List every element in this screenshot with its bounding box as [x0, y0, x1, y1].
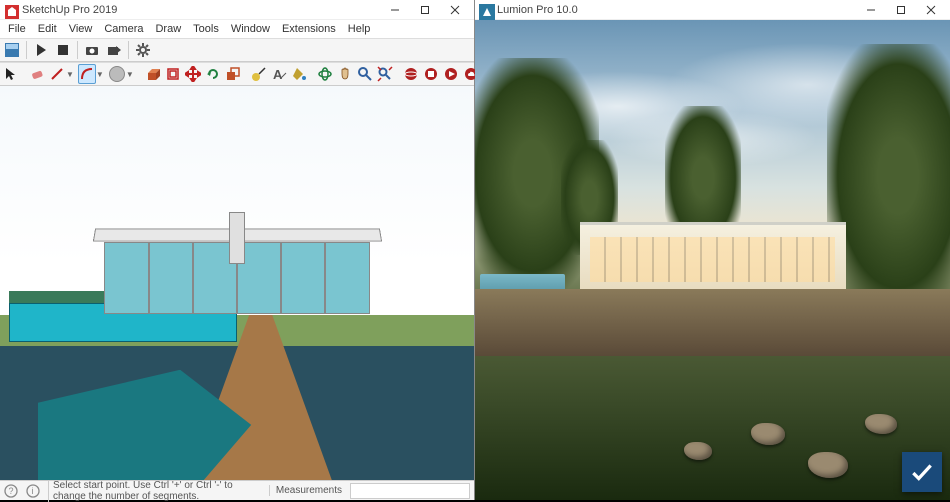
toolbar-row-1 [0, 38, 474, 62]
status-hint: Select start point. Use Ctrl '+' or Ctrl… [48, 480, 261, 502]
export-icon[interactable] [104, 40, 124, 60]
vray-interactive-icon[interactable] [422, 64, 440, 84]
play-button[interactable] [31, 40, 51, 60]
sketchup-viewport[interactable] [0, 86, 474, 480]
move-tool-icon[interactable] [184, 64, 202, 84]
chevron-down-icon[interactable]: ▼ [66, 70, 76, 79]
lumion-viewport[interactable] [475, 20, 950, 500]
sketchup-titlebar: SketchUp Pro 2019 [0, 0, 474, 20]
menu-tools[interactable]: Tools [187, 22, 225, 36]
offset-tool-icon[interactable] [164, 64, 182, 84]
confirm-button[interactable] [902, 452, 942, 492]
measurements-label: Measurements [269, 485, 342, 496]
styles-button[interactable] [2, 40, 22, 60]
zoom-tool-icon[interactable] [356, 64, 374, 84]
arc-tool-icon[interactable] [78, 64, 96, 84]
menu-extensions[interactable]: Extensions [276, 22, 342, 36]
menu-edit[interactable]: Edit [32, 22, 63, 36]
lumion-title-text: Lumion Pro 10.0 [497, 4, 856, 16]
material-swatch[interactable] [108, 64, 126, 84]
text-tool-icon[interactable]: A [270, 64, 288, 84]
maximize-button[interactable] [886, 0, 916, 20]
eraser-tool-icon[interactable] [28, 64, 46, 84]
divider [26, 41, 27, 59]
orbit-tool-icon[interactable] [316, 64, 334, 84]
divider [128, 41, 129, 59]
menu-draw[interactable]: Draw [149, 22, 187, 36]
divider [77, 41, 78, 59]
svg-text:i: i [32, 486, 34, 496]
sync-camera-icon[interactable] [82, 40, 102, 60]
sketchup-app-icon [4, 4, 16, 16]
minimize-button[interactable] [856, 0, 886, 20]
help-icon[interactable]: ? [4, 484, 18, 498]
toolbar-row-2: ▼ ▼ ▼ A [0, 62, 474, 86]
pan-tool-icon[interactable] [336, 64, 354, 84]
rock [751, 423, 785, 445]
svg-text:?: ? [9, 486, 14, 496]
rendered-house [580, 222, 846, 289]
settings-gear-icon[interactable] [133, 40, 153, 60]
rock [865, 414, 897, 434]
menu-camera[interactable]: Camera [98, 22, 149, 36]
statusbar: ? i Select start point. Use Ctrl '+' or … [0, 480, 474, 500]
push-pull-tool-icon[interactable] [144, 64, 162, 84]
sketchup-window: SketchUp Pro 2019 File Edit View Camera … [0, 0, 475, 500]
window-controls [380, 0, 470, 20]
zoom-extents-tool-icon[interactable] [376, 64, 394, 84]
window-controls [856, 0, 946, 20]
menubar: File Edit View Camera Draw Tools Window … [0, 20, 474, 38]
rendered-wall [475, 289, 950, 356]
chevron-down-icon[interactable]: ▼ [126, 70, 136, 79]
lumion-titlebar: Lumion Pro 10.0 [475, 0, 950, 20]
menu-help[interactable]: Help [342, 22, 377, 36]
measurements-input[interactable] [350, 483, 470, 499]
svg-text:A: A [273, 67, 283, 82]
select-tool-icon[interactable] [2, 64, 20, 84]
lumion-window: Lumion Pro 10.0 [475, 0, 950, 500]
vray-render-icon[interactable] [402, 64, 420, 84]
chevron-down-icon[interactable]: ▼ [96, 70, 106, 79]
menu-view[interactable]: View [63, 22, 99, 36]
tape-measure-tool-icon[interactable] [250, 64, 268, 84]
minimize-button[interactable] [380, 0, 410, 20]
paint-bucket-tool-icon[interactable] [290, 64, 308, 84]
maximize-button[interactable] [410, 0, 440, 20]
rock [808, 452, 848, 478]
rock [684, 442, 712, 460]
info-icon[interactable]: i [26, 484, 40, 498]
scale-tool-icon[interactable] [224, 64, 242, 84]
vray-viewport-icon[interactable] [442, 64, 460, 84]
stop-button[interactable] [53, 40, 73, 60]
sketchup-title-text: SketchUp Pro 2019 [22, 4, 380, 16]
lumion-app-icon [479, 4, 491, 16]
rotate-tool-icon[interactable] [204, 64, 222, 84]
close-button[interactable] [916, 0, 946, 20]
line-tool-icon[interactable] [48, 64, 66, 84]
menu-file[interactable]: File [2, 22, 32, 36]
close-button[interactable] [440, 0, 470, 20]
menu-window[interactable]: Window [225, 22, 276, 36]
